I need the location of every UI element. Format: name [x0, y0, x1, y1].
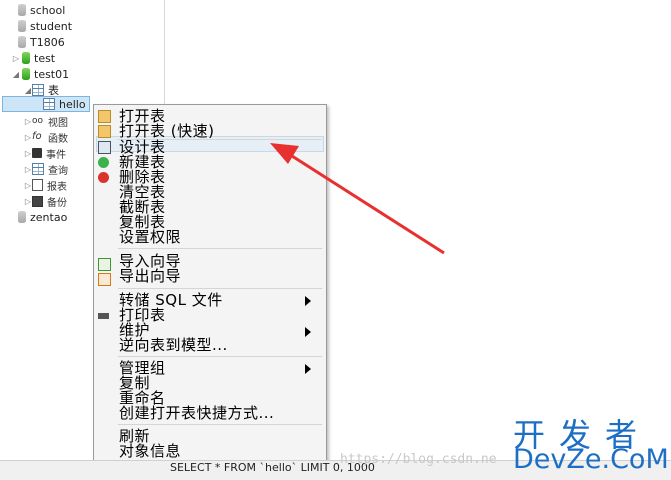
tree-item-queries[interactable]: ▷ 查询: [24, 161, 68, 177]
submenu-arrow-icon: [305, 327, 311, 337]
tree-item-label: test01: [34, 67, 70, 81]
backup-icon: [32, 195, 43, 207]
collapse-arrow-icon[interactable]: ◢: [24, 86, 32, 95]
export-icon: [98, 273, 111, 286]
submenu-arrow-icon: [305, 296, 311, 306]
function-icon: fo: [32, 131, 42, 142]
expand-arrow-icon[interactable]: ▷: [24, 165, 32, 174]
tree-item-label: 查询: [48, 165, 68, 177]
open-table-fast-icon: [98, 125, 111, 138]
tree-item-label: 报表: [47, 181, 67, 193]
add-icon: [98, 157, 109, 168]
tree-item-views[interactable]: ▷ oo 视图: [24, 113, 68, 129]
tree-item-backups[interactable]: ▷ 备份: [24, 193, 67, 209]
open-table-icon: [98, 110, 111, 123]
tree-item-test01[interactable]: ◢ test01: [12, 66, 69, 82]
database-icon: [18, 4, 26, 16]
tree-item-events[interactable]: ▷ 事件: [24, 145, 66, 161]
printer-icon: [98, 313, 109, 319]
tree-item-school[interactable]: school: [16, 2, 65, 18]
menu-item-create-shortcut[interactable]: 创建打开表快捷方式...: [119, 406, 274, 421]
delete-icon: [98, 172, 109, 183]
tree-item-label: 事件: [46, 149, 66, 161]
menu-separator: [118, 288, 322, 289]
expand-arrow-icon[interactable]: ▷: [24, 133, 32, 142]
import-icon: [98, 258, 111, 271]
tree-item-functions[interactable]: ▷ fo 函数: [24, 129, 68, 145]
menu-item-reverse-model[interactable]: 逆向表到模型...: [119, 338, 228, 353]
tree-item-reports[interactable]: ▷ 报表: [24, 177, 67, 193]
menu-item-set-permissions[interactable]: 设置权限: [119, 230, 181, 245]
expand-arrow-icon[interactable]: ▷: [24, 197, 32, 206]
tree-item-t1806[interactable]: T1806: [16, 34, 65, 50]
query-icon: [32, 163, 44, 175]
tree-item-hello[interactable]: hello: [2, 96, 90, 112]
tree-item-test[interactable]: ▷ test: [12, 50, 55, 66]
database-icon: [22, 68, 30, 80]
tree-item-label: student: [30, 19, 73, 33]
tree-item-label: 函数: [48, 133, 68, 145]
tree-item-zentao[interactable]: zentao: [16, 209, 67, 225]
brand-logo-en: DevZe.CoM: [513, 444, 669, 475]
expand-arrow-icon[interactable]: ▷: [24, 117, 32, 126]
expand-arrow-icon[interactable]: ▷: [24, 149, 32, 158]
submenu-arrow-icon: [305, 364, 311, 374]
tree-item-label: hello: [59, 97, 86, 111]
table-icon: [43, 98, 55, 110]
menu-separator: [118, 356, 322, 357]
tree-item-label: school: [30, 3, 66, 17]
menu-item-object-info[interactable]: 对象信息: [119, 444, 181, 459]
database-icon: [18, 20, 26, 32]
menu-separator: [118, 248, 322, 249]
design-table-icon: [98, 141, 111, 154]
collapse-arrow-icon[interactable]: ◢: [12, 70, 20, 79]
table-context-menu: 打开表 打开表 (快速) 设计表 新建表 删除表 清空表 截断表 复制表 设置权…: [93, 104, 327, 464]
report-icon: [32, 179, 43, 191]
watermark-url: https://blog.csdn.ne: [340, 452, 497, 467]
database-icon: [18, 36, 26, 48]
database-icon: [18, 211, 26, 223]
table-group-icon: [32, 84, 44, 96]
tree-item-student[interactable]: student: [16, 18, 72, 34]
tree-item-label: T1806: [30, 35, 65, 49]
tree-item-label: zentao: [30, 210, 68, 224]
event-icon: [32, 148, 42, 158]
tree-item-label: test: [34, 51, 56, 65]
tree-item-label: 视图: [48, 117, 68, 129]
tree-item-label: 备份: [47, 197, 67, 209]
view-icon: oo: [32, 116, 44, 126]
menu-item-export-wizard[interactable]: 导出向导: [119, 269, 181, 284]
expand-arrow-icon[interactable]: ▷: [12, 54, 20, 63]
database-icon: [22, 52, 30, 64]
menu-item-open-table-fast[interactable]: 打开表 (快速): [119, 124, 214, 139]
menu-separator: [118, 424, 322, 425]
expand-arrow-icon[interactable]: ▷: [24, 181, 32, 190]
